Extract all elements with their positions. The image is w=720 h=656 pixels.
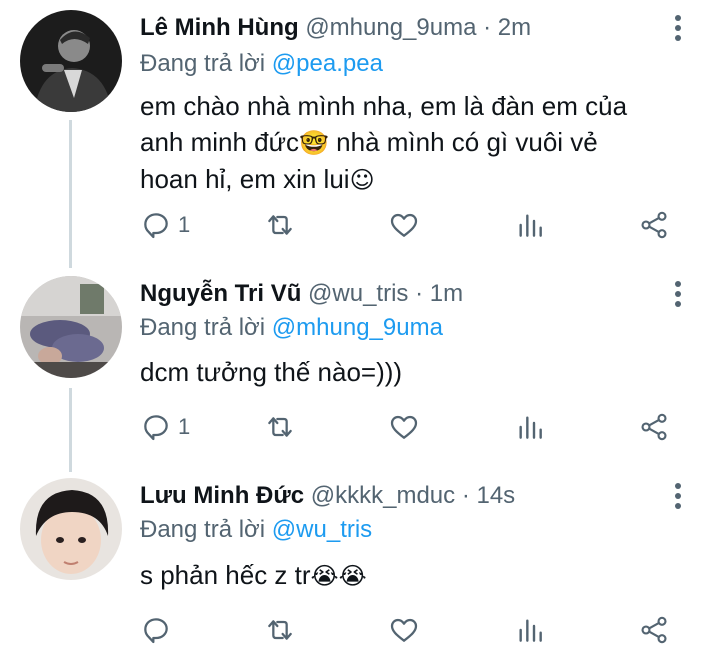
reply-button[interactable]: 1 xyxy=(140,407,190,447)
share-icon xyxy=(641,211,667,239)
retweet-button[interactable] xyxy=(264,407,296,447)
replying-prefix: Đang trả lời xyxy=(140,50,272,77)
replying-to: Đang trả lời @pea.pea xyxy=(140,50,383,78)
analytics-icon xyxy=(519,416,542,439)
retweet-icon xyxy=(268,620,292,640)
tweet-text: s phản hếc z tr😭😭 xyxy=(140,557,680,594)
timestamp[interactable]: 2m xyxy=(498,14,531,41)
text-segment: hoan hỉ, em xin lui xyxy=(140,164,350,194)
like-icon xyxy=(390,213,418,237)
avatar[interactable] xyxy=(20,478,122,580)
text-segment: anh minh đức xyxy=(140,127,300,157)
like-button[interactable] xyxy=(388,407,420,447)
share-button[interactable] xyxy=(638,205,670,245)
display-name[interactable]: Lưu Minh Đức xyxy=(140,482,304,509)
reply-count: 1 xyxy=(178,414,191,439)
avatar-image xyxy=(20,10,122,112)
tweet-header: Nguyễn Tri Vũ @wu_tris · 1m xyxy=(140,280,463,308)
like-icon xyxy=(390,415,418,439)
share-icon xyxy=(641,616,667,644)
display-name[interactable]: Lê Minh Hùng xyxy=(140,14,299,41)
tweet-header: Lưu Minh Đức @kkkk_mduc · 14s xyxy=(140,482,515,510)
like-button[interactable] xyxy=(388,205,420,245)
timestamp[interactable]: 1m xyxy=(430,280,463,307)
tweet-text: dcm tưởng thế nào=))) xyxy=(140,357,403,387)
avatar[interactable] xyxy=(20,276,122,378)
separator: · xyxy=(408,280,430,307)
share-icon xyxy=(641,413,667,441)
like-button[interactable] xyxy=(388,610,420,650)
crying-face-emoji: 😭😭 xyxy=(310,562,367,590)
mention-link[interactable]: @mhung_9uma xyxy=(272,314,443,341)
mention-link[interactable]: @wu_tris xyxy=(272,516,372,543)
action-bar: 1 xyxy=(140,205,700,245)
action-bar xyxy=(140,610,700,650)
replying-prefix: Đang trả lời xyxy=(140,314,272,341)
text-segment: s phản hếc z tr xyxy=(140,560,311,590)
analytics-icon xyxy=(519,214,542,237)
replying-prefix: Đang trả lời xyxy=(140,516,272,543)
text-line: hoan hỉ, em xin lui☺ xyxy=(140,161,680,198)
retweet-button[interactable] xyxy=(264,205,296,245)
smiling-face-emoji: ☺ xyxy=(349,166,375,194)
share-button[interactable] xyxy=(638,407,670,447)
separator: · xyxy=(476,14,498,41)
nerd-face-emoji: 🤓 xyxy=(299,129,329,157)
like-icon xyxy=(390,618,418,642)
mention-link[interactable]: @pea.pea xyxy=(272,50,383,77)
reply-button[interactable] xyxy=(140,610,178,650)
avatar-image xyxy=(20,478,122,580)
tweet[interactable]: Lưu Minh Đức @kkkk_mduc · 14s Đang trả l… xyxy=(0,468,720,656)
analytics-icon xyxy=(519,619,542,642)
share-button[interactable] xyxy=(638,610,670,650)
analytics-button[interactable] xyxy=(514,407,546,447)
user-handle[interactable]: @kkkk_mduc xyxy=(311,482,455,509)
retweet-icon xyxy=(268,417,292,437)
reply-icon xyxy=(144,213,168,239)
analytics-button[interactable] xyxy=(514,610,546,650)
tweet[interactable]: Lê Minh Hùng @mhung_9uma · 2m Đang trả l… xyxy=(0,0,720,262)
tweet-text: em chào nhà mình nha, em là đàn em của a… xyxy=(140,88,680,198)
separator: · xyxy=(455,482,477,509)
text-line: em chào nhà mình nha, em là đàn em của xyxy=(140,91,628,121)
reply-button[interactable]: 1 xyxy=(140,205,190,245)
retweet-button[interactable] xyxy=(264,610,296,650)
reply-icon xyxy=(144,415,168,441)
more-icon[interactable] xyxy=(668,279,688,309)
display-name[interactable]: Nguyễn Tri Vũ xyxy=(140,280,301,307)
text-line: anh minh đức🤓 nhà mình có gì vuôi vẻ xyxy=(140,124,680,161)
replying-to: Đang trả lời @wu_tris xyxy=(140,516,372,544)
reply-count: 1 xyxy=(178,212,191,237)
avatar[interactable] xyxy=(20,10,122,112)
analytics-button[interactable] xyxy=(514,205,546,245)
retweet-icon xyxy=(268,215,292,235)
text-segment: nhà mình có gì vuôi vẻ xyxy=(328,127,598,157)
replying-to: Đang trả lời @mhung_9uma xyxy=(140,314,443,342)
tweet[interactable]: Nguyễn Tri Vũ @wu_tris · 1m Đang trả lời… xyxy=(0,262,720,468)
timestamp[interactable]: 14s xyxy=(476,482,515,509)
reply-icon xyxy=(144,618,168,644)
user-handle[interactable]: @wu_tris xyxy=(308,280,408,307)
avatar-image xyxy=(20,276,122,378)
action-bar: 1 xyxy=(140,407,700,447)
tweet-header: Lê Minh Hùng @mhung_9uma · 2m xyxy=(140,14,531,42)
more-icon[interactable] xyxy=(668,13,688,43)
user-handle[interactable]: @mhung_9uma xyxy=(305,14,476,41)
more-icon[interactable] xyxy=(668,481,688,511)
